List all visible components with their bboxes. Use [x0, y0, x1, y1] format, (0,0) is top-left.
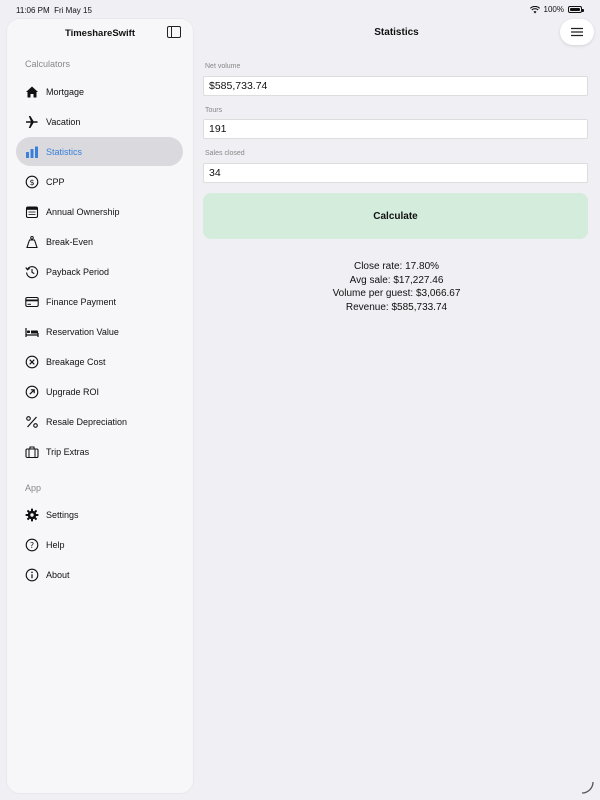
gear-icon	[25, 508, 39, 522]
sidebar-item-label: Statistics	[46, 146, 83, 157]
result-volume-per-guest: Volume per guest: $3,066.67	[332, 288, 461, 299]
sidebar-item-label: Vacation	[46, 116, 81, 127]
sidebar-item-breakage-cost[interactable]: Breakage Cost	[16, 347, 183, 376]
status-date-text: Fri May 15	[54, 6, 92, 15]
sidebar-item-label: Finance Payment	[46, 296, 117, 307]
section-label-app: App	[25, 483, 42, 493]
sidebar-item-label: CPP	[46, 176, 65, 187]
info-circle-icon	[25, 568, 39, 582]
sidebar-item-label: Payback Period	[46, 266, 110, 277]
svg-text:$: $	[29, 178, 34, 187]
sidebar-item-label: Annual Ownership	[46, 206, 120, 217]
sidebar-item-label: Breakage Cost	[46, 356, 106, 367]
chart-bar-icon	[25, 145, 39, 159]
sidebar-item-help[interactable]: ? Help	[16, 530, 183, 559]
sales-closed-label: Sales closed	[205, 150, 245, 157]
status-bar: 11:06 PM Fri May 15 100%	[0, 0, 600, 20]
sidebar-header: TimeshareSwift	[7, 19, 193, 45]
sidebar-item-about[interactable]: About	[16, 560, 183, 589]
sidebar-item-label: Settings	[46, 509, 79, 520]
sidebar-item-mortgage[interactable]: Mortgage	[16, 77, 183, 106]
sidebar-item-annual-ownership[interactable]: Annual Ownership	[16, 197, 183, 226]
sidebar-item-trip-extras[interactable]: Trip Extras	[16, 437, 183, 466]
arrow-up-right-circle-icon	[25, 385, 39, 399]
sidebar-item-label: Reservation Value	[46, 326, 119, 337]
tours-label: Tours	[205, 107, 223, 114]
sidebar-item-settings[interactable]: Settings	[16, 500, 183, 529]
sidebar-item-label: Trip Extras	[46, 446, 90, 457]
clock-arrow-icon	[25, 265, 39, 279]
sidebar-item-label: Break-Even	[46, 236, 94, 247]
sidebar-item-label: Resale Depreciation	[46, 416, 128, 427]
tours-input[interactable]: 191	[203, 119, 588, 139]
bed-icon	[25, 325, 39, 339]
menu-button[interactable]	[560, 19, 594, 45]
sidebar: TimeshareSwift Calculators Mortgage Vaca…	[7, 19, 193, 793]
sidebar-item-resale-depreciation[interactable]: Resale Depreciation	[16, 407, 183, 436]
sidebar-item-break-even[interactable]: Break-Even	[16, 227, 183, 256]
sidebar-item-payback-period[interactable]: Payback Period	[16, 257, 183, 286]
wifi-icon	[529, 5, 540, 13]
calculate-button[interactable]: Calculate	[203, 193, 588, 239]
result-revenue: Revenue: $585,733.74	[345, 301, 448, 313]
resize-handle-icon[interactable]	[580, 780, 594, 794]
net-volume-input[interactable]: $585,733.74	[203, 76, 588, 96]
sales-closed-input[interactable]: 34	[203, 163, 588, 183]
status-right: 100%	[529, 5, 584, 14]
section-label-calculators: Calculators	[25, 59, 71, 69]
credit-card-icon	[25, 295, 39, 309]
suitcase-icon	[25, 445, 39, 459]
status-time: 11:06 PM Fri May 15	[16, 6, 92, 15]
svg-text:?: ?	[30, 541, 34, 550]
percent-icon	[25, 415, 39, 429]
sidebar-item-reservation-value[interactable]: Reservation Value	[16, 317, 183, 346]
sidebar-item-upgrade-roi[interactable]: Upgrade ROI	[16, 377, 183, 406]
sidebar-item-finance-payment[interactable]: Finance Payment	[16, 287, 183, 316]
results-panel: Close rate: 17.80% Avg sale: $17,227.46 …	[193, 260, 600, 314]
x-circle-icon	[25, 355, 39, 369]
result-avg-sale: Avg sale: $17,227.46	[349, 274, 444, 286]
net-volume-label: Net volume	[205, 63, 241, 70]
house-icon	[25, 85, 39, 99]
question-circle-icon: ?	[25, 538, 39, 552]
app-title: TimeshareSwift	[64, 28, 136, 39]
battery-icon	[568, 6, 584, 13]
sidebar-item-cpp[interactable]: $ CPP	[16, 167, 183, 196]
sidebar-item-label: About	[46, 569, 70, 580]
sidebar-item-label: Mortgage	[46, 86, 85, 97]
page-title: Statistics	[374, 27, 419, 38]
sidebar-toggle-icon[interactable]	[167, 26, 181, 38]
dollar-circle-icon: $	[25, 175, 39, 189]
sidebar-item-statistics[interactable]: Statistics	[16, 137, 183, 166]
sidebar-item-vacation[interactable]: Vacation	[16, 107, 183, 136]
scale-icon	[25, 235, 39, 249]
hamburger-icon	[571, 27, 583, 37]
battery-percent: 100%	[543, 5, 564, 14]
sidebar-item-label: Help	[46, 539, 65, 550]
result-close-rate: Close rate: 17.80%	[353, 261, 440, 272]
status-time-text: 11:06 PM	[16, 6, 50, 15]
sidebar-item-label: Upgrade ROI	[46, 386, 100, 397]
airplane-icon	[25, 115, 39, 129]
calendar-icon	[25, 205, 39, 219]
